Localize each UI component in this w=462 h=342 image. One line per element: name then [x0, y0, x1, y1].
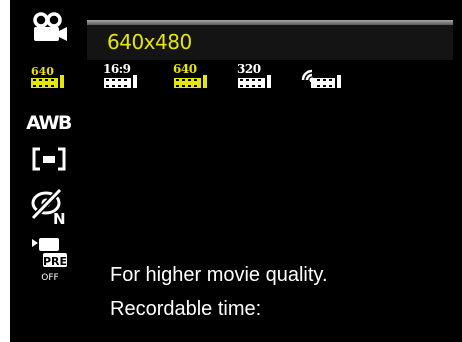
color-normal-icon: N — [30, 188, 66, 226]
movie-camera-icon — [32, 12, 67, 41]
panel-title-row: 640x480 — [87, 25, 453, 60]
sidebar-item-color-effect[interactable]: N — [10, 186, 87, 228]
sidebar-item-movie-size[interactable]: 640 — [10, 60, 87, 94]
sidebar-item-metering[interactable] — [10, 144, 87, 174]
info-recordable-time: Recordable time: — [110, 298, 262, 320]
pre-record-icon: PRE — [31, 238, 67, 268]
camera-menu-screen: 640 AWB N PRE OFF 640x480 16:9 640 320 F… — [10, 0, 462, 342]
film-icon — [174, 75, 207, 88]
info-description: For higher movie quality. — [110, 264, 328, 286]
spot-metering-icon — [32, 147, 65, 171]
option-webcam[interactable] — [301, 62, 345, 92]
sidebar-movie-size-label: 640 — [31, 65, 54, 78]
menu-sidebar: 640 AWB N PRE OFF — [10, 0, 87, 342]
webcam-film-icon — [301, 69, 341, 88]
sidebar-item-white-balance[interactable]: AWB — [10, 108, 87, 138]
film-icon — [104, 75, 137, 88]
option-panel: 640x480 16:9 640 320 — [87, 20, 453, 250]
panel-title: 640x480 — [107, 30, 192, 54]
option-640[interactable]: 640 — [173, 62, 213, 92]
film-640-icon: 640 — [30, 65, 64, 88]
sidebar-item-movie-mode[interactable] — [10, 8, 87, 48]
pre-record-status: OFF — [41, 273, 59, 283]
option-320[interactable]: 320 — [237, 62, 277, 92]
option-16-9[interactable]: 16:9 — [103, 62, 143, 92]
color-effect-label: N — [53, 210, 66, 226]
awb-label: AWB — [26, 112, 72, 134]
film-icon — [238, 75, 271, 88]
sidebar-item-pre-record[interactable]: PRE — [10, 236, 87, 270]
pre-record-label: PRE — [42, 255, 66, 268]
